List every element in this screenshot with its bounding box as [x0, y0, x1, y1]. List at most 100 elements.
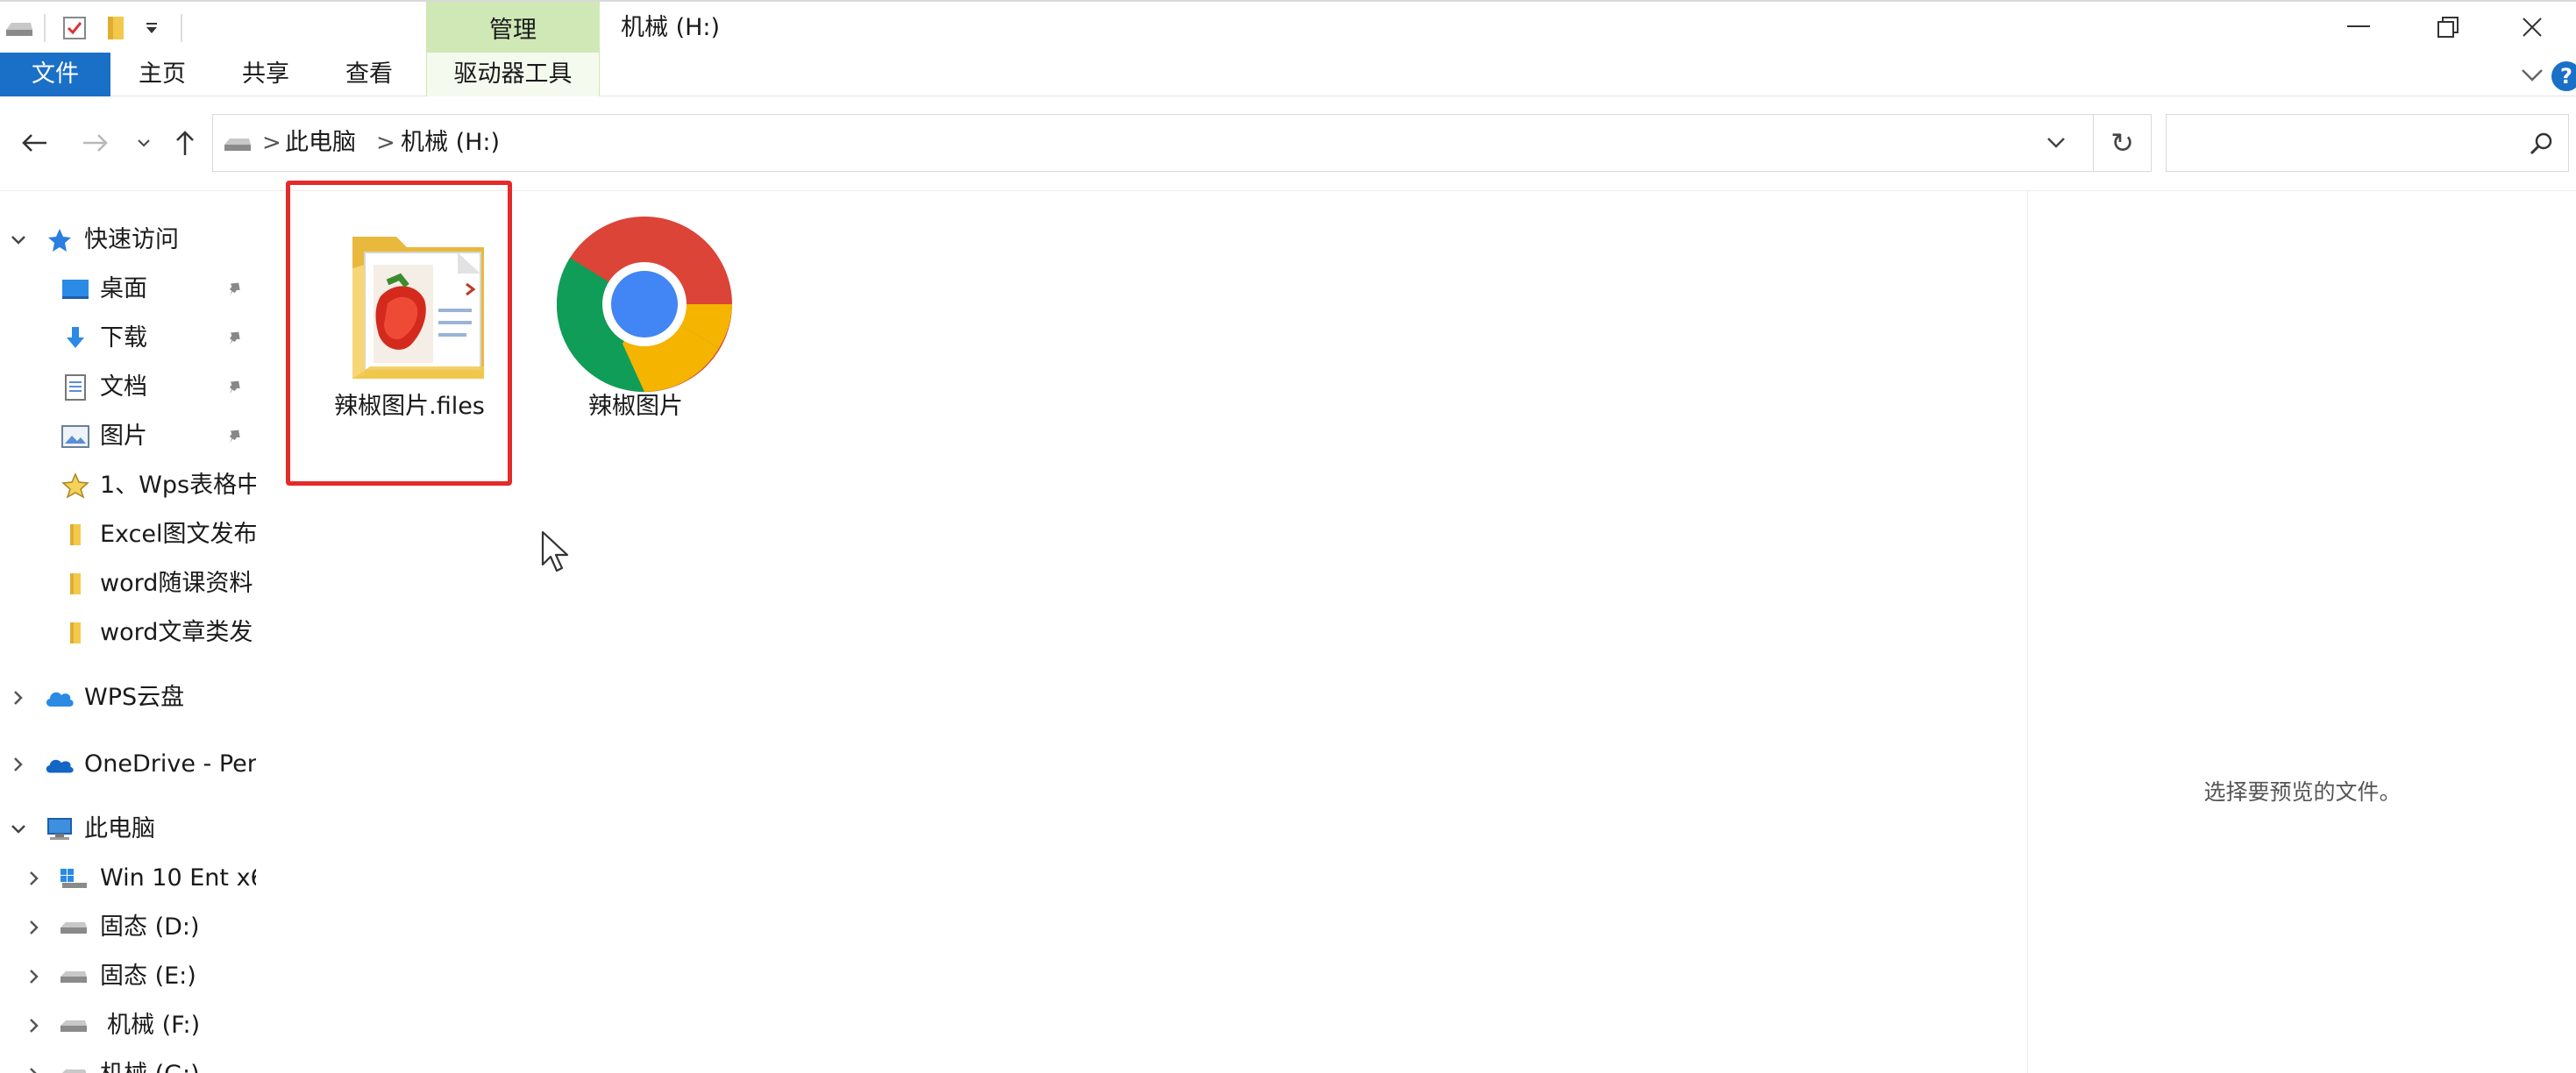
back-button[interactable]: [12, 123, 56, 163]
sidebar-item-label: 固态 (E:): [100, 963, 196, 990]
folder-icon: [60, 619, 91, 647]
desktop-icon: [60, 275, 91, 303]
tab-share[interactable]: 共享: [235, 53, 296, 96]
file-list[interactable]: 辣椒图片.files 辣椒图片: [260, 181, 2027, 1073]
chevron-down-icon[interactable]: [5, 815, 32, 843]
sidebar-item-drive-e[interactable]: 固态 (E:): [0, 954, 260, 999]
sidebar-item-drive-c[interactable]: Win 10 Ent x6: [0, 856, 260, 901]
sidebar-item-recent-3[interactable]: word随课资料: [0, 561, 260, 607]
chevron-right-icon[interactable]: [21, 1061, 47, 1073]
preview-pane: 选择要预览的文件。: [2027, 191, 2576, 1073]
sidebar-item-onedrive[interactable]: OneDrive - Per: [0, 742, 260, 787]
refresh-button[interactable]: ↻: [2094, 114, 2152, 172]
drive-icon: [220, 129, 255, 159]
drive-icon: [58, 913, 89, 942]
chevron-down-icon[interactable]: [5, 226, 32, 254]
onedrive-icon: [44, 750, 75, 778]
sidebar-item-label: WPS云盘: [84, 684, 185, 711]
sidebar-item-recent-4[interactable]: word文章类发: [0, 610, 260, 656]
sidebar-item-wps-cloud[interactable]: WPS云盘: [0, 675, 260, 721]
sidebar-item-drive-f[interactable]: 机械 (F:): [0, 1003, 260, 1048]
file-item-html[interactable]: 辣椒图片: [521, 191, 751, 489]
properties-icon[interactable]: [60, 11, 89, 46]
new-folder-icon[interactable]: [103, 11, 128, 46]
search-icon[interactable]: [2524, 127, 2558, 160]
star-icon: [60, 472, 91, 500]
chrome-icon: [556, 217, 732, 393]
tab-view[interactable]: 查看: [338, 53, 400, 96]
help-button[interactable]: ?: [2551, 61, 2576, 91]
folder-icon: [352, 237, 484, 379]
drive-icon: [58, 963, 89, 991]
document-icon: [60, 373, 91, 401]
chevron-right-icon[interactable]: [5, 684, 32, 712]
file-name: 辣椒图片.files: [334, 393, 485, 420]
drive-icon: [58, 1061, 89, 1073]
sidebar-item-pictures[interactable]: 图片: [0, 414, 260, 459]
restore-button[interactable]: [2406, 2, 2490, 53]
sidebar-item-this-pc[interactable]: 此电脑: [0, 807, 260, 852]
sidebar-item-label: word随课资料: [100, 570, 253, 597]
forward-button[interactable]: [74, 123, 117, 163]
pin-icon[interactable]: [221, 324, 247, 352]
sidebar-item-recent-2[interactable]: Excel图文发布: [0, 512, 260, 558]
sidebar-item-documents[interactable]: 文档: [0, 365, 260, 410]
breadcrumb-separator[interactable]: >: [376, 124, 395, 162]
sidebar-item-label: 图片: [100, 423, 147, 450]
pin-icon[interactable]: [221, 275, 247, 303]
star-icon: [44, 226, 75, 254]
folder-icon: [60, 521, 91, 549]
tab-drive-tools[interactable]: 驱动器工具: [426, 53, 600, 96]
sidebar-item-drive-d[interactable]: 固态 (D:): [0, 905, 260, 950]
sidebar-item-label: 桌面: [100, 275, 147, 302]
close-button[interactable]: [2490, 2, 2574, 53]
folder-icon: [60, 570, 91, 598]
file-name: 辣椒图片: [588, 393, 683, 420]
sidebar-item-downloads[interactable]: 下载: [0, 316, 260, 361]
drive-icon[interactable]: [4, 11, 35, 46]
search-input[interactable]: [2166, 114, 2569, 172]
manage-tab[interactable]: 管理: [426, 2, 600, 53]
chevron-right-icon[interactable]: [5, 750, 32, 778]
explorer-window: 管理 机械 (H:) 文件 主页 共享 查看 驱动器工具 ? > 此电脑 > 机…: [0, 0, 2576, 1073]
sidebar-item-label: OneDrive - Per: [84, 750, 256, 778]
chevron-right-icon[interactable]: [21, 864, 47, 892]
navigation-bar: > 此电脑 > 机械 (H:) ↻: [0, 96, 2576, 191]
expand-ribbon-icon[interactable]: [2515, 58, 2550, 93]
file-item-folder[interactable]: 辣椒图片.files: [295, 191, 524, 489]
sidebar-item-quick-access[interactable]: 快速访问: [0, 217, 260, 263]
sidebar-item-label: 1、Wps表格中: [100, 472, 256, 499]
pin-icon[interactable]: [221, 423, 247, 451]
navigation-pane: 快速访问 桌面 下载 文档 图片 1、Wps表格中 Excel图文发布 word…: [0, 191, 260, 1073]
system-drive-icon: [58, 864, 89, 892]
sidebar-item-label: Excel图文发布: [100, 521, 256, 548]
window-title: 机械 (H:): [621, 14, 721, 41]
up-button[interactable]: [165, 123, 205, 163]
tab-file[interactable]: 文件: [0, 53, 110, 96]
sidebar-item-label: 机械 (G:): [100, 1057, 200, 1073]
tab-home[interactable]: 主页: [132, 53, 193, 96]
sidebar-item-label: 此电脑: [84, 815, 155, 842]
sidebar-item-label: 快速访问: [84, 226, 179, 253]
sidebar-item-label: 下载: [100, 324, 147, 352]
sidebar-item-label: 固态 (D:): [100, 913, 200, 941]
customize-toolbar-icon[interactable]: [140, 11, 163, 46]
breadcrumb-separator[interactable]: >: [262, 124, 281, 162]
sidebar-item-label: 文档: [100, 373, 147, 401]
breadcrumb-this-pc[interactable]: 此电脑: [285, 124, 356, 162]
sidebar-item-recent-1[interactable]: 1、Wps表格中: [0, 463, 260, 508]
chevron-down-icon[interactable]: [2039, 125, 2074, 160]
breadcrumb-current-drive[interactable]: 机械 (H:): [401, 124, 500, 162]
chevron-right-icon[interactable]: [21, 963, 47, 991]
sidebar-item-label: Win 10 Ent x6: [100, 864, 256, 892]
pin-icon[interactable]: [221, 373, 247, 401]
recent-locations-button[interactable]: [128, 123, 160, 163]
sidebar-item-drive-g[interactable]: 机械 (G:): [0, 1052, 260, 1073]
sidebar-item-desktop[interactable]: 桌面: [0, 266, 260, 312]
computer-icon: [44, 815, 75, 843]
minimize-button[interactable]: [2316, 2, 2401, 53]
address-bar[interactable]: > 此电脑 > 机械 (H:): [212, 114, 2094, 172]
chevron-right-icon[interactable]: [21, 913, 47, 942]
toolbar-divider: [44, 14, 46, 42]
chevron-right-icon[interactable]: [21, 1012, 47, 1040]
